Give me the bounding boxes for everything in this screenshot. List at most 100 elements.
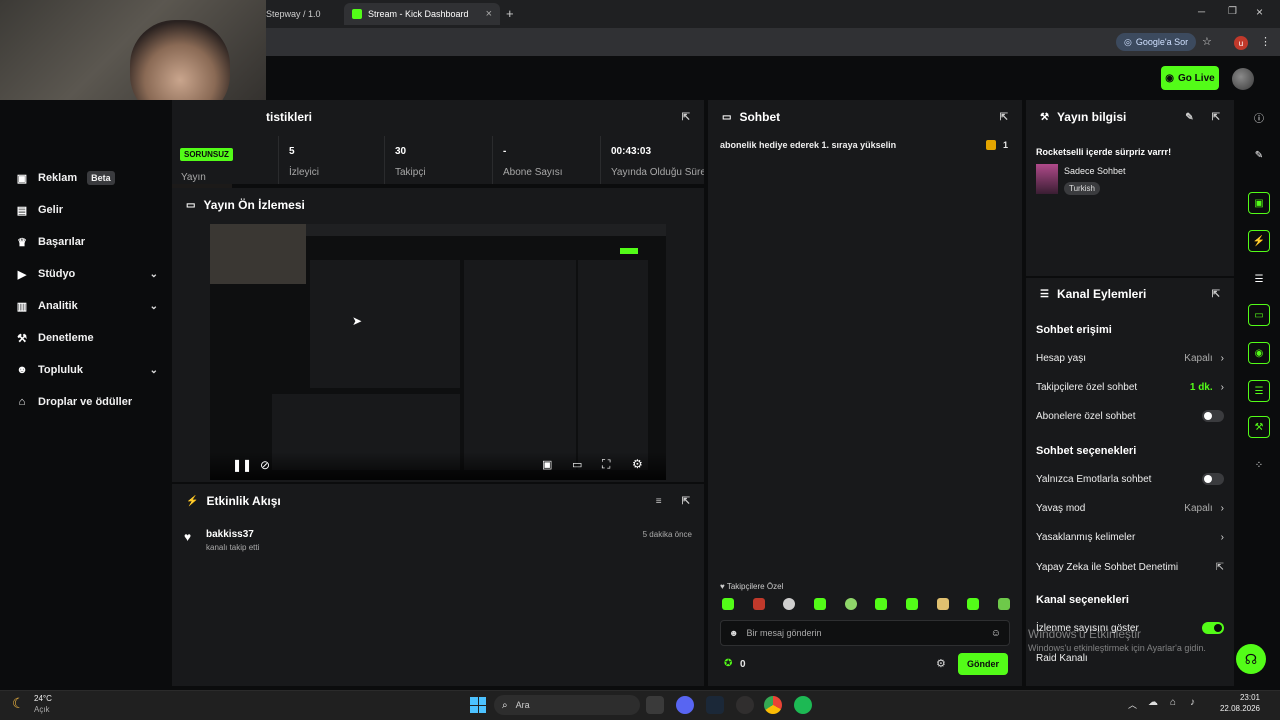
sidebar-item-denetleme[interactable]: ⚒ Denetleme — [16, 326, 158, 350]
fullscreen-icon[interactable]: ⛶ — [602, 457, 610, 472]
sidebar-item-analitik[interactable]: ▥ Analitik ⌄ — [16, 294, 158, 318]
preview-toggle-icon[interactable]: ▣ — [1248, 192, 1270, 214]
chat-settings-icon[interactable]: ⚙ — [936, 657, 946, 670]
close-tab-icon[interactable]: × — [486, 8, 492, 20]
stream-stats-panel: tistikleri ⇱ SORUNSUZ Yayın 5 İzleyici 3… — [172, 100, 704, 184]
stream-info-title: Yayın bilgisi — [1056, 110, 1127, 124]
emote-icon[interactable] — [967, 598, 980, 610]
sidebar-item-basarilar[interactable]: ♛ Başarılar — [16, 230, 158, 254]
taskbar-search[interactable]: ⌕ Ara — [494, 695, 640, 715]
tray-volume-icon[interactable]: ♪ — [1190, 697, 1195, 708]
pip-icon[interactable]: ▣ — [542, 458, 552, 471]
sidebar-item-gelir[interactable]: ▤ Gelir — [16, 198, 158, 222]
clock-time[interactable]: 23:01 — [1220, 693, 1260, 702]
maximize-icon[interactable]: ❐ — [1228, 6, 1237, 17]
category-name[interactable]: Sadece Sohbet — [1064, 166, 1126, 176]
clock-date[interactable]: 22.08.2026 — [1200, 704, 1260, 713]
popout-icon[interactable]: ⇱ — [682, 496, 690, 507]
support-headset-icon[interactable]: ☊ — [1236, 644, 1266, 674]
send-button[interactable]: Gönder — [958, 653, 1008, 675]
ai-moderation-row[interactable]: Yapay Zeka ile Sohbet Denetimi ⇱ — [1036, 557, 1224, 577]
popout-icon[interactable]: ⇱ — [1212, 289, 1220, 300]
weather-temp: 24°C — [34, 694, 52, 703]
sidebar-item-topluluk[interactable]: ☻ Topluluk ⌄ — [16, 358, 158, 382]
windows-logo-icon — [470, 697, 478, 705]
broadcast-icon[interactable]: ◉ — [1248, 342, 1270, 364]
theater-icon[interactable]: ▭ — [572, 458, 582, 471]
menu-kebab-icon[interactable]: ⋮ — [1260, 35, 1271, 48]
followers-only-text: Takipçilere Özel — [726, 582, 784, 591]
show-viewers-toggle[interactable] — [1202, 622, 1224, 634]
emote-icon[interactable] — [722, 598, 734, 610]
emote-icon[interactable] — [813, 598, 826, 610]
chrome-icon[interactable] — [764, 696, 782, 714]
sidebar-item-droplar[interactable]: ⌂ Droplar ve ödüller — [16, 390, 158, 414]
list-icon[interactable]: ☰ — [1248, 268, 1270, 290]
sliders-icon[interactable]: ☰ — [1248, 380, 1270, 402]
discord-icon[interactable] — [676, 696, 694, 714]
popout-icon[interactable]: ⇱ — [1212, 112, 1220, 123]
sidebar-item-label: Topluluk — [38, 364, 84, 376]
sidebar-item-studyo[interactable]: ▶ Stüdyo ⌄ — [16, 262, 158, 286]
info-icon[interactable]: ⓘ — [1248, 106, 1270, 128]
wrench-icon[interactable]: ⚒ — [1248, 416, 1270, 438]
chevron-down-icon: ⌄ — [149, 364, 158, 376]
chat-toggle-icon[interactable]: ▭ — [1248, 304, 1270, 326]
extension-icon[interactable]: u — [1234, 36, 1248, 50]
mute-icon[interactable]: ⊘ — [260, 458, 270, 472]
bolt-icon[interactable]: ⚡ — [1248, 230, 1270, 252]
beta-badge: Beta — [87, 171, 115, 185]
browser-tab-active[interactable]: Stream - Kick Dashboard × — [344, 3, 500, 25]
sidebar-item-reklam[interactable]: ▣ Reklam Beta — [16, 166, 158, 190]
edit-pencil-icon[interactable]: ✎ — [1248, 144, 1270, 166]
steam-icon[interactable] — [706, 696, 724, 714]
followers-only-label: ♥ Takipçilere Özel — [720, 582, 783, 591]
chat-mode-icon[interactable]: ☻ — [729, 628, 738, 638]
tray-cloud-icon[interactable]: ☁ — [1148, 697, 1158, 708]
edit-pencil-icon[interactable]: ✎ — [1185, 112, 1193, 123]
spotify-icon[interactable] — [794, 696, 812, 714]
filter-icon[interactable]: ≡ — [656, 496, 662, 507]
activity-user[interactable]: bakkiss37 — [206, 529, 254, 540]
tray-chevron-icon[interactable]: ︿ — [1128, 698, 1137, 711]
user-avatar[interactable] — [1232, 68, 1254, 90]
pinned-message[interactable]: abonelik hediye ederek 1. sıraya yükseli… — [720, 140, 896, 150]
stat-value: 5 — [289, 146, 295, 157]
browser-tab[interactable]: Stepway / 1.0 — [258, 3, 342, 25]
search-icon: ⌕ — [502, 699, 508, 711]
emote-icon[interactable] — [844, 598, 857, 610]
stream-info-panel: ⚒ Yayın bilgisi ✎ ⇱ Rocketselli içerde s… — [1026, 100, 1234, 276]
settings-gear-icon[interactable]: ⚙ — [632, 457, 643, 471]
minimize-icon[interactable]: ─ — [1198, 7, 1205, 18]
bookmark-star-icon[interactable]: ☆ — [1202, 35, 1212, 48]
obs-icon[interactable] — [736, 696, 754, 714]
chat-input[interactable]: ☻ Bir mesaj gönderin ☺ — [720, 620, 1010, 646]
account-age-row[interactable]: Hesap yaşı Kapalı › — [1036, 348, 1224, 368]
emote-icon[interactable] — [752, 598, 765, 610]
pause-icon[interactable]: ❚❚ — [232, 458, 252, 472]
popout-icon[interactable]: ⇱ — [682, 112, 690, 123]
go-live-button[interactable]: ◉ Go Live — [1161, 66, 1219, 90]
google-ask-button[interactable]: ◎ Google'a Sor — [1116, 33, 1197, 51]
task-view-icon[interactable] — [646, 696, 664, 714]
banned-words-row[interactable]: Yasaklanmış kelimeler › — [1036, 527, 1224, 547]
followers-chat-row[interactable]: Takipçilere özel sohbet 1 dk. › — [1036, 377, 1224, 397]
emote-icon[interactable] — [905, 598, 918, 610]
emote-icon[interactable] — [997, 598, 1010, 610]
emote-icon[interactable] — [936, 598, 949, 610]
subscribers-chat-toggle[interactable] — [1202, 410, 1224, 422]
emote-icon[interactable] — [783, 598, 796, 610]
tray-network-icon[interactable]: ⌂ — [1170, 697, 1176, 708]
preview-icon: ▭ — [186, 199, 196, 211]
emoji-icon[interactable]: ☺ — [991, 628, 1001, 639]
grid-icon[interactable]: ⁘ — [1248, 454, 1270, 476]
emote-icon[interactable] — [875, 598, 888, 610]
new-tab-button[interactable]: + — [506, 6, 514, 21]
emotes-only-toggle[interactable] — [1202, 473, 1224, 485]
weather-icon[interactable]: ☾ — [12, 695, 25, 712]
popout-icon[interactable]: ⇱ — [1000, 112, 1008, 123]
close-window-icon[interactable]: × — [1256, 5, 1263, 19]
start-button[interactable] — [470, 697, 486, 713]
preview-video[interactable]: ➤ ❚❚ ⊘ ▣ ▭ ⛶ ⚙ — [210, 224, 666, 480]
slow-mode-row[interactable]: Yavaş mod Kapalı › — [1036, 498, 1224, 518]
